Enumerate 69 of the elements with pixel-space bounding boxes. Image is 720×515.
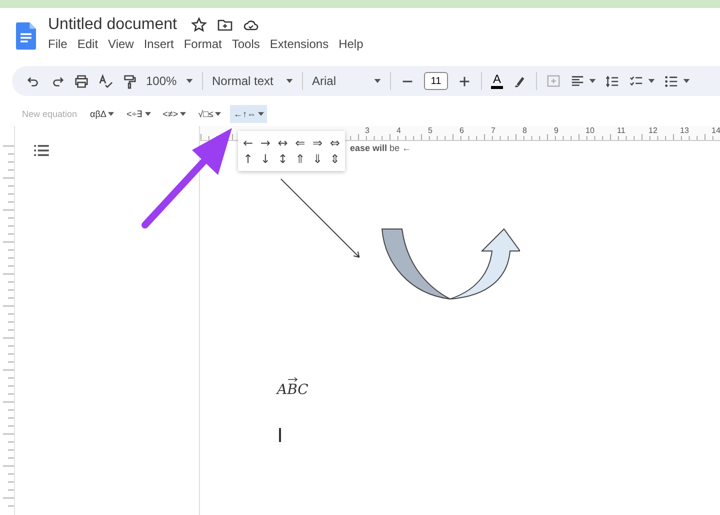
- menu-item[interactable]: Extensions: [270, 37, 329, 51]
- caret-icon: [108, 112, 114, 116]
- arrow-symbol[interactable]: ⇓: [312, 151, 323, 167]
- symbol-group-dropdown[interactable]: <≠>: [160, 105, 190, 123]
- ruler-number: 7: [490, 126, 496, 135]
- arrow-symbol[interactable]: ⇕: [330, 151, 340, 167]
- menu-item[interactable]: File: [48, 37, 68, 51]
- caret-icon: [186, 79, 193, 83]
- vector-arrow-icon: [288, 377, 298, 382]
- text-cursor: [279, 428, 281, 442]
- print-icon[interactable]: [74, 74, 89, 88]
- caret-icon: [374, 79, 381, 83]
- ruler-number: 5: [427, 126, 434, 135]
- checklist-icon[interactable]: [629, 74, 644, 88]
- equation-text[interactable]: ABC: [277, 382, 308, 398]
- font-dropdown[interactable]: Arial: [312, 74, 370, 88]
- ruler-number: 12: [648, 126, 658, 135]
- caret-icon: [683, 79, 690, 83]
- arrow-symbol[interactable]: →: [260, 135, 270, 151]
- ruler-number: 11: [616, 126, 626, 135]
- ruler-number: 8: [522, 126, 528, 135]
- folder-icon[interactable]: [216, 17, 233, 33]
- menu-item[interactable]: Insert: [144, 37, 174, 51]
- docs-logo-icon[interactable]: [16, 22, 36, 50]
- outline-icon[interactable]: [34, 145, 49, 156]
- symbol-group-dropdown[interactable]: √□≤: [195, 105, 224, 123]
- arrow-symbol[interactable]: ⇔: [330, 135, 340, 151]
- ruler-number: 6: [458, 126, 465, 135]
- menu-item[interactable]: Edit: [77, 37, 98, 51]
- document-title[interactable]: Untitled document: [48, 16, 177, 34]
- menu-item[interactable]: Tools: [232, 37, 260, 51]
- symbol-group-dropdown[interactable]: ←↑⇔: [230, 105, 267, 123]
- arrow-symbol[interactable]: ↔: [278, 135, 288, 151]
- arrow-symbol[interactable]: ⇑: [295, 151, 306, 167]
- ruler-number: 3: [364, 126, 370, 135]
- caret-icon: [648, 79, 656, 83]
- body-text: ease will be ←: [350, 143, 412, 153]
- ruler-number: 13: [679, 126, 690, 135]
- align-icon[interactable]: [570, 74, 586, 88]
- caret-icon: [286, 79, 293, 83]
- font-size-field[interactable]: 11: [424, 72, 448, 90]
- ruler-number: 10: [584, 126, 596, 135]
- symbol-group-dropdown[interactable]: αβΔ: [87, 105, 118, 123]
- arrow-symbol[interactable]: ↑: [243, 151, 254, 167]
- ruler-number: 4: [396, 126, 402, 135]
- menu-item[interactable]: Format: [184, 37, 222, 51]
- arrow-symbol[interactable]: ←: [243, 135, 254, 151]
- spellcheck-icon[interactable]: [98, 74, 113, 88]
- line-spacing-icon[interactable]: [605, 74, 620, 88]
- caret-icon: [589, 79, 596, 83]
- symbol-group-dropdown[interactable]: <÷∃: [123, 105, 154, 123]
- bullet-list-icon[interactable]: [664, 74, 680, 88]
- menu-item[interactable]: View: [108, 37, 134, 51]
- arrow-symbol[interactable]: ⇐: [295, 135, 306, 151]
- paint-format-icon[interactable]: [122, 74, 137, 88]
- arrow-symbol[interactable]: ↕: [278, 151, 288, 167]
- menu-item[interactable]: Help: [338, 37, 364, 51]
- caret-icon: [215, 112, 222, 116]
- ruler-number: 14: [710, 126, 720, 135]
- star-icon[interactable]: [190, 17, 207, 33]
- text-color-button[interactable]: A: [491, 73, 504, 89]
- arrow-symbol[interactable]: ↓: [260, 151, 270, 167]
- caret-icon: [144, 112, 151, 116]
- ruler-number: 9: [553, 126, 560, 135]
- caret-icon: [258, 112, 264, 116]
- zoom-dropdown[interactable]: 100%: [146, 74, 182, 88]
- arrow-symbol[interactable]: ⇒: [312, 135, 323, 151]
- style-dropdown[interactable]: Normal text: [212, 74, 282, 88]
- caret-icon: [180, 112, 186, 116]
